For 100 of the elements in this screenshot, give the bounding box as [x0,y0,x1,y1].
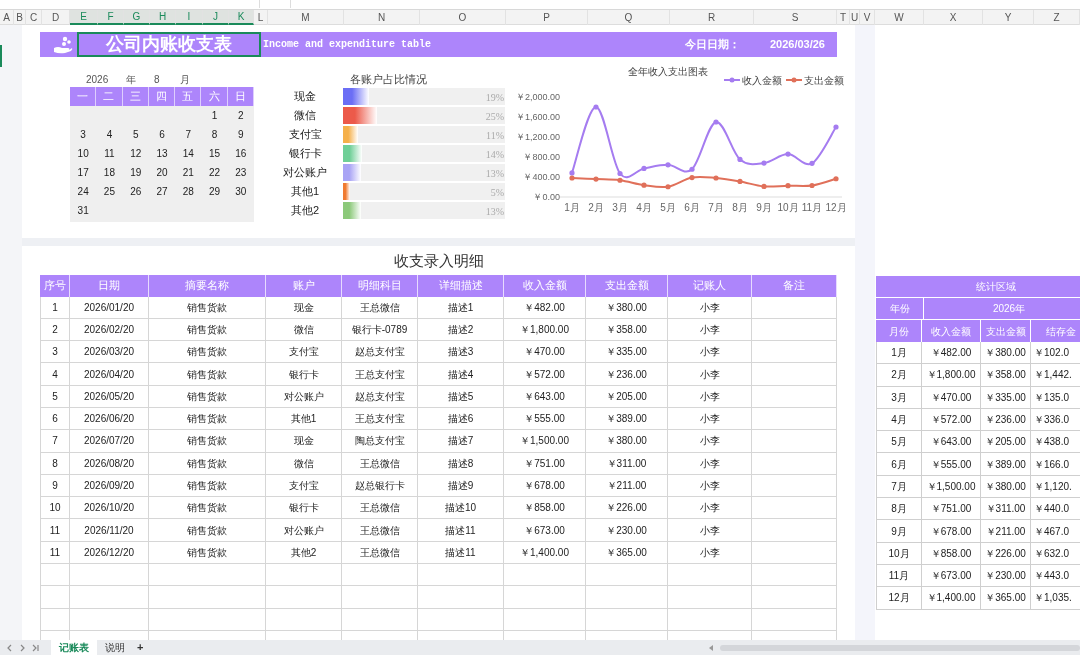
table-cell: 小李 [668,541,752,565]
calendar-day[interactable]: 14 [175,144,202,163]
calendar-day[interactable]: 3 [70,125,97,144]
legend-marker [785,77,803,83]
table-cell: ￥230.00 [586,519,668,542]
table-cell: ￥1,800.00 [922,364,981,387]
table-cell: 小李 [668,497,752,520]
table-cell: 小李 [668,430,752,453]
table-cell: 销售货款 [149,474,266,498]
y-tick-label: ￥1,200.00 [515,132,560,142]
date-label: 今日日期： [684,37,740,53]
table-cell: 描述10 [418,497,504,520]
calendar-day[interactable]: 18 [96,163,123,182]
calendar-day[interactable]: 20 [148,163,176,182]
calendar-day[interactable]: 19 [122,163,149,182]
account-label: 对公账户 [282,165,328,181]
table-cell: ￥102.0 [1031,342,1080,365]
calendar-day[interactable]: 9 [227,125,254,144]
table-cell: 小李 [668,296,752,319]
account-label: 现金 [293,89,317,105]
calendar-day[interactable]: 26 [122,182,149,201]
table-cell: 6月 [876,453,922,476]
table-cell: 银行卡-0789 [342,318,418,342]
calendar-day[interactable]: 16 [227,144,254,163]
column-header: 摘要名称 [149,274,266,297]
calendar-day[interactable]: 5 [122,125,149,144]
table-cell: 1月 [876,342,922,365]
column-header: 序号 [40,274,70,297]
table-cell: 对公账户 [266,385,342,408]
x-tick-label: 10月 [777,202,799,213]
table-cell: ￥1,800.00 [504,318,586,342]
calendar-day[interactable]: 6 [148,125,176,144]
x-tick-label: 11月 [801,202,823,213]
calendar-day[interactable]: 23 [227,163,254,182]
table-cell: 小李 [668,341,752,364]
table-cell: ￥380.00 [981,342,1031,365]
percent-label: 13% [485,204,504,219]
calendar-day[interactable]: 22 [201,163,228,182]
calendar-day[interactable]: 8 [201,125,228,144]
next-sheet-icon[interactable] [19,643,26,652]
calendar-day[interactable]: 4 [96,125,123,144]
account-label: 其他2 [289,203,321,219]
add-sheet-button[interactable]: + [137,639,144,656]
table-cell: 4月 [876,408,922,432]
table-cell: 王总支付宝 [342,408,418,431]
calendar-day[interactable]: 28 [175,182,202,201]
table-cell: 销售货款 [149,452,266,475]
x-tick-label: 1月 [564,202,580,213]
last-sheet-icon[interactable] [32,643,39,652]
calendar-day[interactable]: 11 [96,144,123,163]
table-cell: 支付宝 [266,341,342,364]
table-cell: 2026/10/20 [70,497,149,520]
column-header: 记账人 [668,274,752,297]
row-header-marker [0,45,2,67]
table-cell: 销售货款 [149,318,266,342]
table-cell: 王总微信 [342,452,418,475]
table-cell: ￥1,500.00 [922,475,981,499]
calendar-day[interactable]: 15 [201,144,228,163]
calendar-day[interactable]: 27 [148,182,176,201]
table-cell [40,586,70,609]
calendar-day[interactable]: 10 [70,144,97,163]
table-cell: ￥230.00 [981,564,1031,588]
table-cell: ￥311.00 [586,452,668,475]
column-header: 收入金额 [922,320,981,342]
calendar-day[interactable]: 29 [201,182,228,201]
calendar-day[interactable]: 1 [201,106,228,125]
table-cell [40,608,70,631]
table-cell: 2026/07/20 [70,430,149,453]
data-point [713,175,719,181]
calendar-day[interactable]: 17 [70,163,97,182]
table-cell: ￥632.0 [1031,542,1080,565]
account-label: 支付宝 [287,127,323,143]
previous-sheet-icon[interactable] [6,643,13,652]
column-header[interactable]: I [176,10,203,25]
calendar-day[interactable]: 13 [148,144,176,163]
table-cell: 描述11 [418,519,504,542]
table-cell: ￥467.0 [1031,520,1080,543]
table-cell: 2026/11/20 [70,519,149,542]
calendar-day[interactable]: 7 [175,125,202,144]
table-cell: ￥643.00 [504,385,586,408]
column-header[interactable]: J [203,10,229,25]
calendar-day[interactable]: 2 [227,106,254,125]
column-header[interactable]: K [229,10,254,25]
calendar-day[interactable]: 30 [227,182,254,201]
calendar-day[interactable]: 24 [70,182,97,201]
sheet-tab[interactable]: 记账表 [51,640,97,655]
calendar-day[interactable]: 12 [122,144,149,163]
sheet-tab[interactable]: 说明 [97,640,133,655]
data-point [593,176,599,182]
calendar-day[interactable]: 21 [175,163,202,182]
table-cell: 2月 [876,364,922,387]
calendar-day[interactable]: 25 [96,182,123,201]
table-cell: ￥858.00 [504,497,586,520]
data-point [641,165,647,171]
column-header: 年份 [876,298,924,319]
year-unit: 年 [126,72,137,87]
calendar-day[interactable]: 31 [70,201,97,220]
table-cell: 销售货款 [149,541,266,565]
data-point [593,104,599,110]
scroll-left-icon[interactable] [709,644,714,651]
